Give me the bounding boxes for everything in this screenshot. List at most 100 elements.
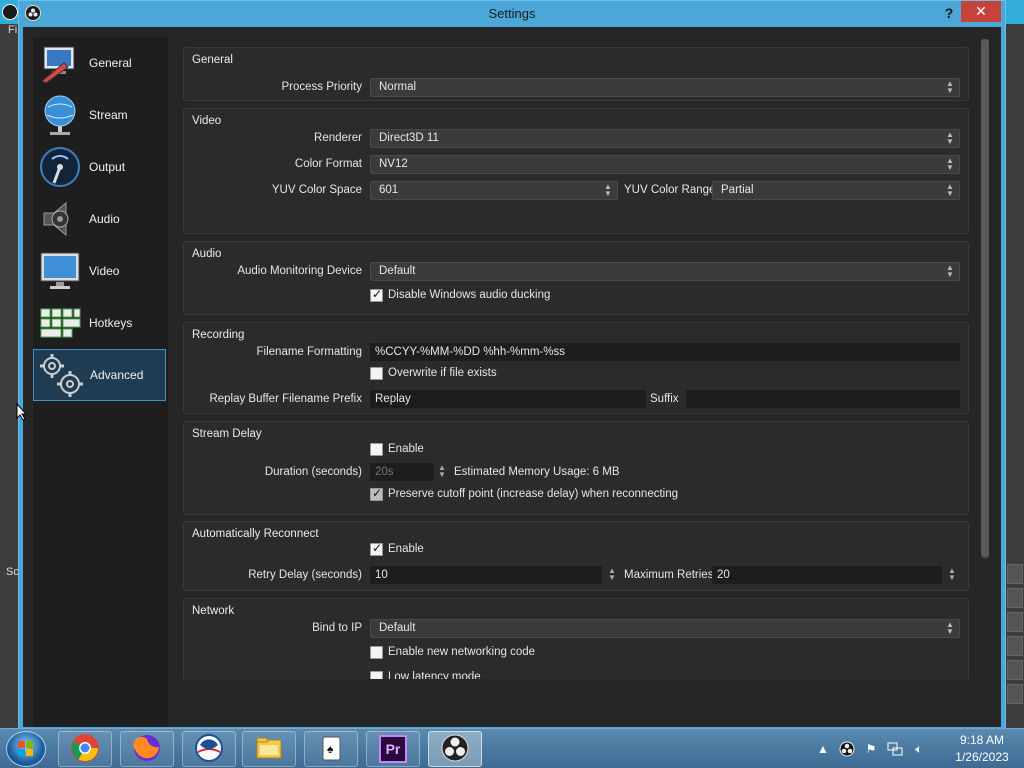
color-format-value: NV12 — [379, 158, 408, 170]
yuv-color-space-select[interactable]: 601 ▲ ▼ — [370, 181, 618, 200]
group-title: Recording — [192, 329, 245, 341]
sidebar-item-label: Video — [89, 264, 120, 278]
spin-arrows-icon[interactable]: ▲ ▼ — [946, 567, 958, 583]
background-control-button[interactable] — [1007, 612, 1023, 632]
sidebar-item-stream[interactable]: Stream — [33, 89, 166, 141]
spin-arrows-icon[interactable]: ▲ ▼ — [606, 567, 618, 583]
group-title: Automatically Reconnect — [192, 528, 319, 540]
background-control-button[interactable] — [1007, 660, 1023, 680]
audio-icon — [37, 196, 83, 242]
background-control-button[interactable] — [1007, 684, 1023, 704]
disable-ducking-label: Disable Windows audio ducking — [388, 289, 551, 301]
stream-delay-enable-checkbox[interactable] — [370, 443, 383, 456]
process-priority-select[interactable]: Normal ▲ ▼ — [370, 78, 960, 97]
yuv-color-space-label: YUV Color Space — [271, 184, 362, 196]
action-center-flag-icon[interactable]: ⚑ — [863, 741, 879, 757]
vertical-scrollbar[interactable] — [981, 39, 989, 559]
duration-input[interactable]: 20s — [370, 463, 434, 481]
bind-ip-select[interactable]: Default ▲ ▼ — [370, 619, 960, 638]
max-retries-input[interactable]: 20 — [712, 566, 942, 584]
process-priority-label: Process Priority — [281, 81, 362, 93]
disable-ducking-checkbox[interactable] — [370, 287, 383, 302]
preserve-cutoff-checkbox[interactable] — [370, 486, 383, 501]
overwrite-checkbox[interactable] — [370, 367, 383, 380]
taskbar-firefox[interactable] — [120, 731, 174, 767]
video-group: Video Renderer Direct3D 11 ▲ ▼ Color Form… — [183, 108, 969, 234]
chevron-updown-icon: ▲ ▼ — [946, 182, 954, 198]
sidebar-item-label: Audio — [89, 212, 120, 226]
obs-tray-icon[interactable] — [839, 741, 855, 757]
menu-file-fragment[interactable]: Fi — [0, 24, 20, 40]
taskbar-file-explorer[interactable] — [242, 731, 296, 767]
sidebar-item-audio[interactable]: Audio — [33, 193, 166, 245]
start-button[interactable] — [6, 731, 46, 767]
monitoring-device-value: Default — [379, 265, 416, 277]
background-control-button[interactable] — [1007, 564, 1023, 584]
background-control-button[interactable] — [1007, 588, 1023, 608]
auto-reconnect-group: Automatically Reconnect Enable Retry Del… — [183, 521, 969, 591]
output-icon — [37, 144, 83, 190]
chevron-updown-icon: ▲ ▼ — [946, 620, 954, 636]
retry-delay-input[interactable]: 10 — [370, 566, 602, 584]
auto-reconnect-enable-checkbox[interactable] — [370, 541, 383, 556]
general-group: General Process Priority Normal ▲ ▼ — [183, 47, 969, 101]
taskbar-obs[interactable] — [428, 731, 482, 767]
volume-icon[interactable]: 🔈︎ — [911, 741, 927, 757]
mouse-cursor-icon — [16, 402, 28, 424]
sidebar-item-general[interactable]: General — [33, 37, 166, 89]
renderer-select[interactable]: Direct3D 11 ▲ ▼ — [370, 129, 960, 148]
color-format-select[interactable]: NV12 ▲ ▼ — [370, 155, 960, 174]
retry-delay-label: Retry Delay (seconds) — [248, 569, 362, 581]
new-networking-checkbox[interactable] — [370, 646, 383, 659]
sidebar-item-hotkeys[interactable]: Hotkeys — [33, 297, 166, 349]
low-latency-label: Low latency mode — [388, 671, 481, 679]
taskbar-solitaire[interactable]: ♠ — [304, 731, 358, 767]
advanced-icon — [38, 352, 84, 398]
sidebar-item-label: Hotkeys — [89, 316, 133, 330]
filename-formatting-input[interactable]: %CCYY-%MM-%DD %hh-%mm-%ss — [370, 343, 960, 361]
show-hidden-icons-icon[interactable]: ▲ — [815, 741, 831, 757]
sidebar-item-label: Stream — [89, 108, 128, 122]
close-button[interactable]: ✕ — [961, 1, 1001, 22]
taskbar-premiere[interactable]: Pr — [366, 731, 420, 767]
help-button[interactable]: ? — [941, 3, 957, 23]
settings-dialog: Settings ? ✕ General Stream Output Audio… — [18, 0, 1006, 730]
auto-reconnect-enable-label: Enable — [388, 543, 424, 555]
monitoring-device-select[interactable]: Default ▲ ▼ — [370, 262, 960, 281]
right-control-column — [1006, 560, 1024, 730]
yuv-color-range-value: Partial — [721, 184, 754, 196]
color-format-label: Color Format — [294, 158, 362, 170]
scrollbar-handle[interactable] — [981, 39, 989, 557]
filename-formatting-label: Filename Formatting — [256, 346, 362, 358]
background-control-button[interactable] — [1007, 636, 1023, 656]
advanced-settings-panel: General Process Priority Normal ▲ ▼ Video… — [183, 37, 983, 679]
file-explorer-icon — [254, 733, 284, 766]
chevron-updown-icon: ▲ ▼ — [946, 79, 954, 95]
group-title: Stream Delay — [192, 428, 262, 440]
sidebar-item-output[interactable]: Output — [33, 141, 166, 193]
replay-prefix-input[interactable]: Replay — [370, 390, 646, 408]
low-latency-checkbox[interactable] — [370, 671, 383, 679]
yuv-color-range-select[interactable]: Partial ▲ ▼ — [712, 181, 960, 200]
chevron-updown-icon: ▲ ▼ — [946, 130, 954, 146]
taskbar-app-3[interactable] — [182, 731, 236, 767]
taskbar-clock[interactable]: 9:18 AM 1/26/2023 — [942, 732, 1022, 766]
network-icon[interactable] — [887, 741, 903, 757]
audio-group: Audio Audio Monitoring Device Default ▲ ▼… — [183, 241, 969, 315]
dialog-title: Settings — [488, 6, 536, 21]
solitaire-icon: ♠ — [316, 733, 346, 766]
chevron-updown-icon: ▲ ▼ — [946, 156, 954, 172]
hotkeys-icon — [37, 300, 83, 346]
suffix-input[interactable] — [686, 390, 960, 408]
sidebar-item-video[interactable]: Video — [33, 245, 166, 297]
group-title: Network — [192, 605, 235, 617]
obs-logo-icon — [2, 4, 18, 20]
new-networking-label: Enable new networking code — [388, 646, 536, 658]
spin-arrows-icon[interactable]: ▲ ▼ — [436, 464, 448, 480]
firefox-icon — [132, 733, 162, 766]
chrome-icon — [70, 733, 100, 766]
taskbar-chrome[interactable] — [58, 731, 112, 767]
sidebar-item-label: Advanced — [90, 368, 144, 382]
sidebar-item-advanced[interactable]: Advanced — [33, 349, 166, 401]
bind-ip-label: Bind to IP — [312, 622, 362, 634]
